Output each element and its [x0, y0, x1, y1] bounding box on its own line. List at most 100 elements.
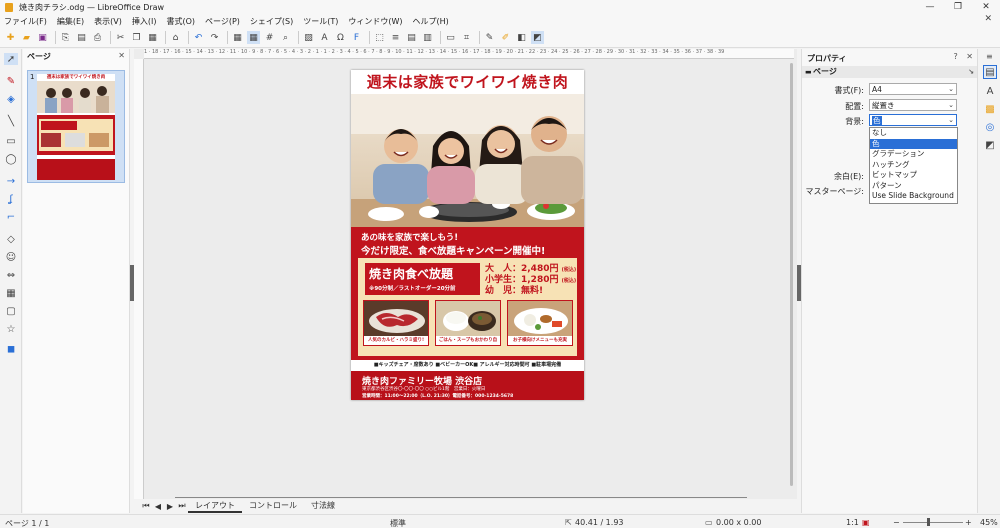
align-icon[interactable]: ≡ [389, 31, 402, 44]
last-tab-icon[interactable]: ⏭ [176, 501, 188, 511]
export-pdf-icon[interactable]: ▤ [75, 31, 88, 44]
menu-insert[interactable]: 挿入(I) [132, 16, 157, 27]
fill-color-icon[interactable]: ◈ [4, 93, 18, 105]
arrange-icon[interactable]: ▤ [405, 31, 418, 44]
menu-format[interactable]: 書式(O) [166, 16, 195, 27]
menu-view[interactable]: 表示(V) [94, 16, 122, 27]
tab-controls[interactable]: コントロール [242, 499, 304, 513]
3d-objects-icon[interactable]: ◼ [4, 343, 18, 355]
sidebar-close-icon[interactable]: ✕ [966, 52, 973, 61]
prev-tab-icon[interactable]: ◀ [152, 502, 164, 511]
points-icon[interactable]: ✎ [483, 31, 496, 44]
styles-deck-icon[interactable]: A [983, 84, 997, 98]
horizontal-scrollbar[interactable] [175, 497, 747, 498]
rectangle-tool-icon[interactable]: ▭ [4, 135, 18, 147]
block-arrows-icon[interactable]: ⇔ [4, 269, 18, 281]
background-option-color[interactable]: 色 [870, 138, 957, 149]
select-arrow-icon[interactable]: ➚ [4, 53, 18, 65]
background-option-hatching[interactable]: ハッチング [870, 160, 957, 171]
paste-icon[interactable]: ▦ [146, 31, 159, 44]
insert-textbox-icon[interactable]: A [318, 31, 331, 44]
collapse-icon[interactable]: ▬ [805, 66, 812, 78]
special-character-icon[interactable]: Ω [334, 31, 347, 44]
navigator-deck-icon[interactable]: ◎ [983, 120, 997, 134]
horizontal-ruler[interactable]: 1 · 18 · 17 · 16 · 15 · 14 · 13 · 12 · 1… [144, 49, 794, 59]
menu-edit[interactable]: 編集(E) [57, 16, 84, 27]
glue-points-icon[interactable]: ✐ [499, 31, 512, 44]
help-icon[interactable]: ? [954, 52, 958, 61]
open-folder-icon[interactable]: ▰ [20, 31, 33, 44]
fontwork-icon[interactable]: F [350, 31, 363, 44]
basic-shapes-icon[interactable]: ◇ [4, 233, 18, 245]
page-section-header[interactable]: ▬ ページ ↘ [802, 66, 978, 78]
distribute-icon[interactable]: ▥ [421, 31, 434, 44]
gallery-deck-icon[interactable]: ▩ [983, 102, 997, 116]
insert-image-icon[interactable]: ▨ [302, 31, 315, 44]
more-options-icon[interactable]: ↘ [968, 66, 974, 78]
zoom-in-icon[interactable]: + [965, 518, 972, 527]
first-tab-icon[interactable]: ⏮ [140, 501, 152, 511]
menu-window[interactable]: ウィンドウ(W) [348, 16, 402, 27]
menu-tools[interactable]: ツール(T) [303, 16, 338, 27]
new-document-icon[interactable]: ✚ [4, 31, 17, 44]
background-option-bitmap[interactable]: ビットマップ [870, 170, 957, 181]
shadow-icon[interactable]: ▭ [444, 31, 457, 44]
menu-help[interactable]: ヘルプ(H) [413, 16, 449, 27]
stars-icon[interactable]: ☆ [4, 323, 18, 335]
menu-file[interactable]: ファイル(F) [4, 16, 47, 27]
shapes-deck-icon[interactable]: ◩ [983, 138, 997, 152]
show-draw-functions-icon[interactable]: ◩ [531, 31, 544, 44]
line-color-icon[interactable]: ✎ [4, 75, 18, 87]
undo-icon[interactable]: ↶ [192, 31, 205, 44]
zoom-icon[interactable]: ⌕ [279, 31, 292, 44]
properties-deck-icon[interactable]: ▤ [983, 65, 997, 79]
zoom-out-icon[interactable]: − [893, 518, 900, 527]
callouts-icon[interactable]: ▢ [4, 305, 18, 317]
export-icon[interactable]: ⎘ [59, 31, 72, 44]
next-tab-icon[interactable]: ▶ [164, 502, 176, 511]
close-document-button[interactable]: ✕ [984, 14, 992, 24]
transformations-icon[interactable]: ⬚ [373, 31, 386, 44]
zoom-slider[interactable] [903, 522, 963, 523]
redo-icon[interactable]: ↷ [208, 31, 221, 44]
cut-icon[interactable]: ✂ [114, 31, 127, 44]
ellipse-tool-icon[interactable]: ◯ [4, 153, 18, 165]
zoom-slider-handle[interactable] [927, 518, 930, 526]
zoom-level[interactable]: 45% [980, 518, 998, 527]
lines-arrows-icon[interactable]: → [4, 175, 18, 187]
symbol-shapes-icon[interactable]: ☺ [4, 251, 18, 263]
menu-page[interactable]: ページ(P) [205, 16, 240, 27]
background-option-pattern[interactable]: パターン [870, 181, 957, 192]
background-option-gradient[interactable]: グラデーション [870, 149, 957, 160]
clone-formatting-icon[interactable]: ⌂ [169, 31, 182, 44]
background-option-none[interactable]: なし [870, 128, 957, 139]
background-select[interactable]: 色 ⌄ [869, 114, 957, 126]
deck-menu-icon[interactable]: ≡ [986, 52, 993, 61]
flyer-page[interactable]: 週末は家族でワイワイ焼き肉 あの味を家族で楽しもう! 今だけ限定、食べ放題キャン… [351, 70, 584, 400]
connectors-icon[interactable]: ⌐ [4, 211, 18, 223]
crop-icon[interactable]: ⌗ [460, 31, 473, 44]
close-window-button[interactable]: ✕ [972, 0, 1000, 14]
tab-layout[interactable]: レイアウト [188, 499, 242, 513]
background-option-slide-bg[interactable]: Use Slide Background [870, 191, 957, 202]
maximize-button[interactable]: ❐ [944, 0, 972, 14]
line-tool-icon[interactable]: ╲ [4, 115, 18, 127]
tab-dimension-lines[interactable]: 寸法線 [304, 499, 342, 513]
menu-shape[interactable]: シェイプ(S) [250, 16, 293, 27]
curves-icon[interactable]: ʆ [4, 193, 18, 205]
flowchart-icon[interactable]: ▦ [4, 287, 18, 299]
orientation-select[interactable]: 縦置き ⌄ [869, 99, 957, 111]
save-icon[interactable]: ▣ [36, 31, 49, 44]
minimize-button[interactable]: — [916, 0, 944, 14]
vertical-ruler[interactable] [134, 59, 144, 499]
vertical-scrollbar[interactable] [790, 63, 793, 486]
toggle-extrusion-icon[interactable]: ◧ [515, 31, 528, 44]
print-icon[interactable]: ⎙ [91, 31, 104, 44]
format-select[interactable]: A4 ⌄ [869, 83, 957, 95]
snap-icon[interactable]: # [263, 31, 276, 44]
copy-icon[interactable]: ❐ [130, 31, 143, 44]
grid-icon[interactable]: ▦ [231, 31, 244, 44]
drawing-canvas[interactable]: 1 · 18 · 17 · 16 · 15 · 14 · 13 · 12 · 1… [134, 49, 797, 499]
page-thumbnail-1[interactable]: 1 週末は家族でワイワイ焼き肉 [27, 70, 125, 183]
pages-pane-close-icon[interactable]: ✕ [118, 51, 125, 60]
